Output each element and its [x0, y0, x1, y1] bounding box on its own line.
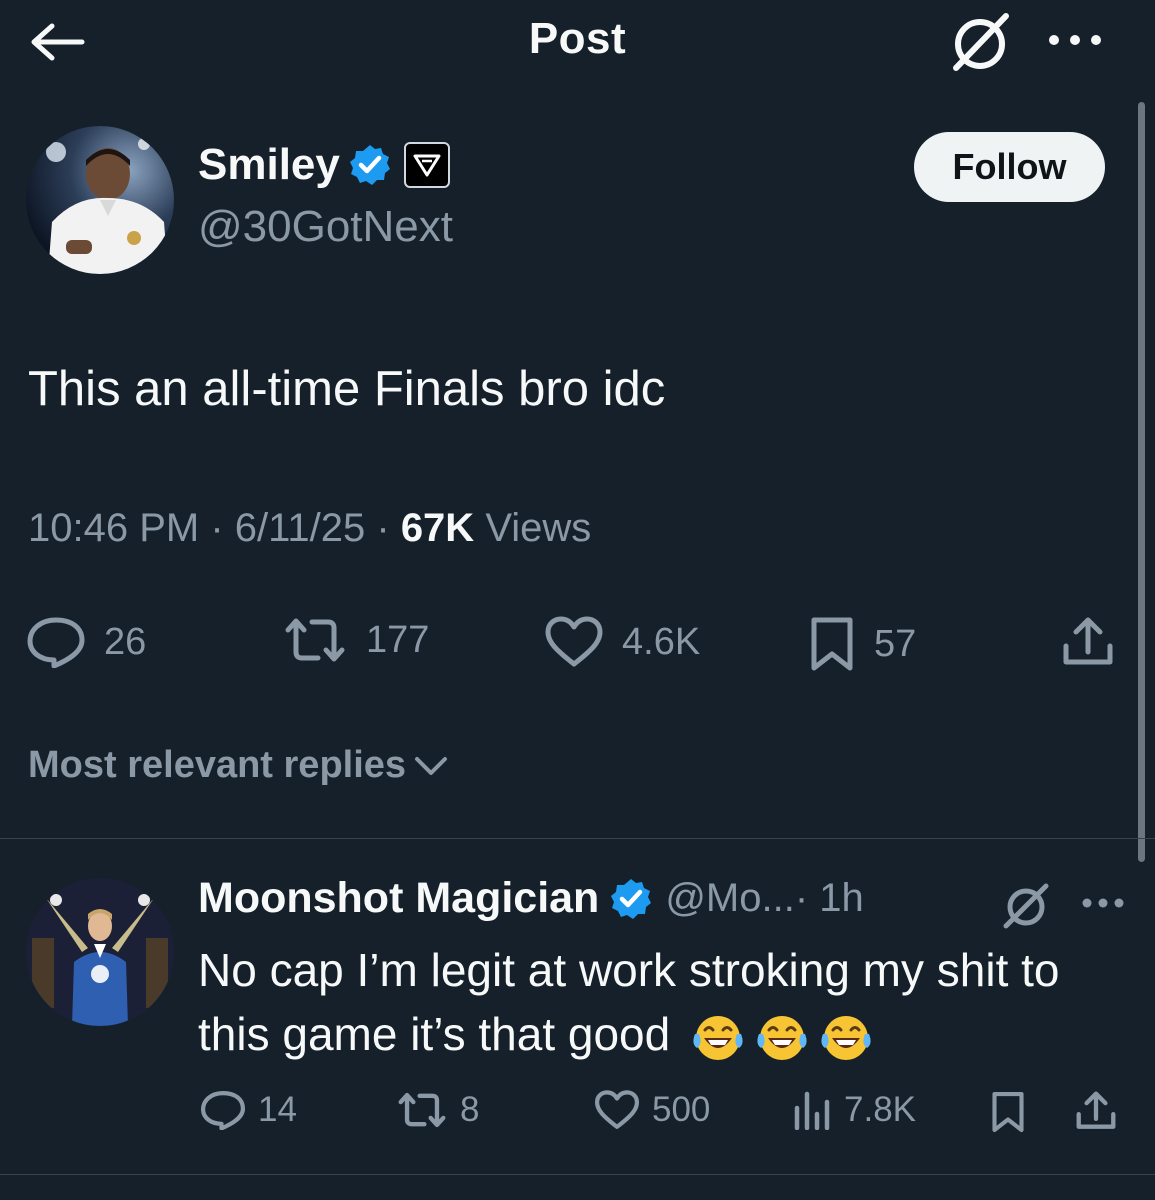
like-action[interactable]: 4.6K — [544, 616, 700, 668]
reply-header: Moonshot Magician @Mo... · 1h — [198, 874, 864, 923]
avatar-image — [46, 138, 168, 274]
reply-text: No cap I’m legit at work stroking my shi… — [198, 944, 1060, 1060]
bookmark-icon — [811, 617, 853, 671]
laughing-tears-emoji-icon — [757, 1015, 807, 1060]
bookmark-action[interactable]: 57 — [808, 616, 916, 672]
affiliate-badge-icon[interactable] — [403, 142, 450, 188]
affiliate-logo-icon — [413, 154, 441, 177]
laughing-tears-emoji-icon — [693, 1015, 743, 1060]
reply-repost-action[interactable]: 8 — [396, 1090, 479, 1130]
emoji-row — [683, 1008, 875, 1060]
reply-icon — [27, 617, 85, 668]
heart-icon — [594, 1090, 640, 1129]
reply-like-count: 500 — [652, 1090, 711, 1129]
views-count: 67K — [400, 506, 475, 550]
reply-avatar-image — [26, 878, 174, 1026]
post-detail-screen: Post Smiley @30GotNext Follow This an al… — [0, 0, 1155, 1200]
meta-separator: · — [365, 506, 401, 550]
reply-reply-action[interactable]: 14 — [200, 1090, 297, 1130]
repost-icon — [285, 618, 345, 662]
reply-avatar[interactable] — [26, 878, 174, 1026]
reply-icon — [200, 1091, 246, 1130]
divider — [0, 1174, 1155, 1175]
reply-grok-button[interactable] — [998, 880, 1054, 932]
share-icon — [1076, 1091, 1116, 1129]
more-button[interactable] — [1040, 22, 1110, 58]
reply-time[interactable]: · 1h — [795, 876, 864, 921]
page-title: Post — [528, 14, 627, 63]
bookmark-icon — [992, 1091, 1024, 1133]
share-icon — [1063, 617, 1113, 665]
reply-share-action[interactable] — [1074, 1090, 1118, 1132]
verified-badge-icon — [611, 878, 652, 919]
reply-views-count: 7.8K — [844, 1090, 916, 1129]
reply-more-button[interactable] — [1078, 888, 1128, 918]
tweet-text: This an all-time Finals bro idc — [28, 362, 666, 416]
replies-sort-selector[interactable]: Most relevant replies — [28, 744, 448, 787]
verified-badge-icon — [349, 145, 390, 185]
grok-icon — [1003, 883, 1049, 929]
reply-bookmark-action[interactable] — [990, 1090, 1026, 1134]
repost-count: 177 — [366, 618, 430, 661]
tweet-meta: 10:46 PM · 6/11/25 · 67K Views — [28, 506, 591, 551]
tweet-time[interactable]: 10:46 PM — [28, 506, 199, 550]
scrollbar[interactable] — [1138, 102, 1145, 862]
arrow-left-icon — [31, 23, 85, 61]
share-action[interactable] — [1060, 616, 1116, 668]
more-horizontal-icon — [1049, 35, 1101, 45]
chevron-down-icon — [415, 756, 448, 775]
divider — [0, 838, 1155, 839]
laughing-tears-emoji-icon — [821, 1015, 871, 1060]
back-button[interactable] — [30, 20, 90, 64]
grok-icon — [953, 13, 1009, 71]
analytics-icon — [794, 1091, 830, 1130]
views-label: Views — [485, 506, 592, 550]
reply-text-block: No cap I’m legit at work stroking my shi… — [198, 938, 1118, 1066]
reply-reply-count: 14 — [258, 1090, 297, 1129]
avatar[interactable] — [26, 126, 174, 274]
top-bar: Post — [0, 0, 1155, 98]
repost-icon — [398, 1092, 446, 1128]
reply-like-action[interactable]: 500 — [594, 1090, 710, 1130]
author-name-row: Smiley — [198, 140, 450, 190]
reply-repost-count: 8 — [460, 1090, 480, 1129]
more-horizontal-icon — [1082, 898, 1124, 908]
author-handle[interactable]: @30GotNext — [198, 202, 453, 252]
repost-action[interactable]: 177 — [282, 616, 429, 664]
reply-views-action[interactable]: 7.8K — [792, 1090, 916, 1130]
reply-author-name[interactable]: Moonshot Magician — [198, 874, 599, 923]
author-name[interactable]: Smiley — [198, 140, 340, 190]
like-count: 4.6K — [622, 620, 701, 663]
bookmark-count: 57 — [874, 622, 917, 665]
meta-separator: · — [199, 506, 235, 550]
reply-count: 26 — [104, 620, 147, 663]
heart-icon — [545, 616, 603, 667]
replies-sort-label: Most relevant replies — [28, 744, 407, 786]
reply-author-handle[interactable]: @Mo... — [665, 876, 795, 921]
tweet-date[interactable]: 6/11/25 — [235, 506, 366, 550]
reply-action[interactable]: 26 — [26, 616, 146, 668]
grok-button[interactable] — [944, 6, 1014, 76]
follow-button[interactable]: Follow — [914, 132, 1105, 202]
